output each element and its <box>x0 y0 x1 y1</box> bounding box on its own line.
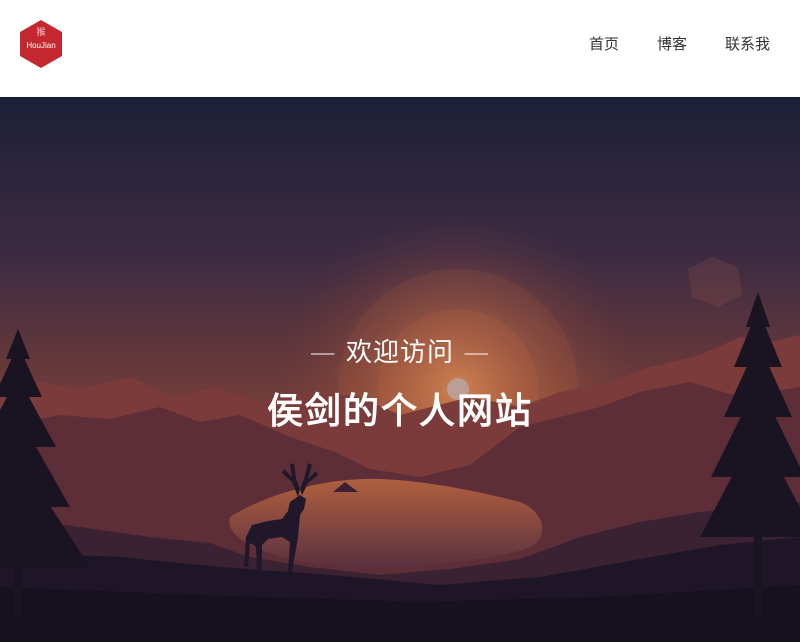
logo[interactable]: 猴 HouJian <box>18 19 64 69</box>
hero-title: 侯剑的个人网站 <box>266 391 533 432</box>
hero-banner: — 欢迎访问 — 侯剑的个人网站 <box>0 97 800 642</box>
nav-link-contact[interactable]: 联系我 <box>725 34 770 54</box>
landscape-illustration <box>0 97 800 642</box>
nav-link-home[interactable]: 首页 <box>589 34 619 54</box>
nav-link-blog[interactable]: 博客 <box>657 34 687 54</box>
hero-subtitle: — 欢迎访问 — <box>309 338 491 368</box>
logo-mark: 猴 <box>36 28 46 38</box>
logo-text: HouJian <box>26 41 56 50</box>
main-nav: 首页 博客 联系我 <box>551 34 770 54</box>
navbar: 猴 HouJian 首页 博客 联系我 <box>0 0 800 97</box>
